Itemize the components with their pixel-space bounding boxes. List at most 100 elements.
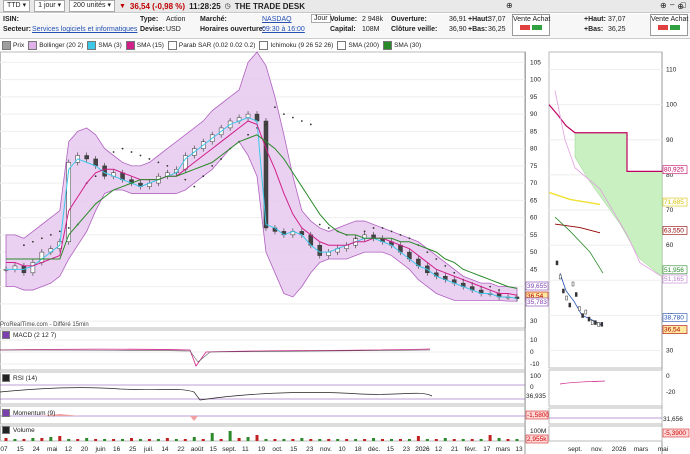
- volume-bar: [389, 439, 393, 441]
- ichimoku-cloud: [574, 132, 663, 278]
- price-chart[interactable]: 105100959085807570656055504540353039,655…: [0, 0, 690, 454]
- volume-bar: [4, 438, 8, 441]
- sar-dot: [130, 151, 133, 153]
- weekly-rsi-axis-label: 0: [666, 373, 670, 380]
- weekly-candle: [571, 281, 575, 287]
- date-axis-label: 21: [451, 446, 459, 453]
- volume-bar: [76, 439, 80, 441]
- volume-bar: [372, 438, 376, 441]
- volume-bar: [363, 439, 367, 441]
- volume-bar: [210, 433, 214, 441]
- volume-bar: [416, 436, 420, 441]
- price-axis-label: 85: [530, 128, 538, 135]
- volume-bar: [273, 439, 277, 441]
- sar-dot: [283, 113, 285, 115]
- weekly-date-label: mai: [658, 446, 668, 453]
- weekly-price-tag-label: 38,780: [664, 315, 684, 322]
- sar-dot: [408, 237, 411, 240]
- volume-swatch: [2, 426, 10, 434]
- momentum-histogram: [40, 414, 198, 421]
- date-axis-label: déc.: [368, 446, 380, 453]
- date-axis-label: 10: [338, 446, 346, 453]
- date-axis-label: 23: [403, 446, 411, 453]
- sar-dot: [58, 230, 61, 233]
- sar-dot: [139, 154, 142, 157]
- volume-value-tag: 2,955k: [527, 436, 547, 443]
- sar-dot: [453, 271, 456, 274]
- date-axis-label: 2026: [415, 446, 430, 453]
- rsi-line: [0, 387, 433, 401]
- volume-bar: [103, 439, 107, 441]
- price-axis-label: 90: [530, 111, 538, 118]
- volume-label: Volume: [13, 426, 35, 434]
- sar-dot: [112, 151, 115, 153]
- volume-bar: [443, 438, 447, 441]
- volume-bar: [345, 439, 349, 441]
- date-axis-label: août: [191, 446, 204, 453]
- volume-axis-label: 100M: [530, 428, 546, 435]
- sar-dot: [31, 240, 34, 243]
- price-axis-label: 80: [530, 146, 538, 153]
- volume-bar: [237, 438, 241, 441]
- weekly-candle: [600, 322, 604, 327]
- date-axis-label: 18: [354, 446, 362, 453]
- price-axis-label: 65: [530, 197, 538, 204]
- macd-axis-label: 0: [530, 349, 534, 356]
- price-axis-label: 60: [530, 215, 538, 222]
- sar-dot: [121, 147, 124, 150]
- volume-bar: [49, 437, 53, 441]
- price-axis-label: 75: [530, 163, 538, 170]
- date-axis-label: sept.: [222, 446, 236, 453]
- weekly-candle: [558, 274, 562, 280]
- sar-dot: [148, 158, 151, 160]
- price-tag-label: 35,783: [527, 299, 547, 306]
- rsi-panel-head: RSI (14): [2, 374, 37, 382]
- rsi-axis-label: 100: [530, 373, 541, 380]
- volume-bar: [336, 439, 340, 441]
- volume-bar: [434, 439, 438, 441]
- rsi-label: RSI (14): [13, 374, 38, 382]
- date-axis-label: mars: [496, 446, 511, 453]
- sar-dot: [300, 120, 303, 122]
- price-axis-label: 55: [530, 232, 538, 239]
- weekly-momentum-frame: [548, 407, 663, 425]
- volume-bar: [479, 439, 483, 441]
- date-axis-label: 11: [242, 446, 249, 453]
- date-axis-label: 15: [210, 446, 218, 453]
- candle: [30, 262, 36, 274]
- weekly-date-label: nov.: [591, 446, 603, 453]
- sar-dot: [390, 230, 393, 233]
- date-axis-label: 24: [33, 446, 41, 453]
- weekly-candle: [581, 313, 584, 318]
- sar-dot: [435, 258, 438, 260]
- sar-dot: [157, 161, 160, 164]
- macd-axis-label: 10: [530, 337, 538, 344]
- sar-dot: [372, 227, 375, 229]
- weekly-rsi-frame: [548, 369, 663, 407]
- weekly-candle: [578, 306, 581, 311]
- price-axis-label: 50: [530, 249, 538, 256]
- date-axis-label: juin: [95, 446, 107, 453]
- volume-bar: [282, 439, 286, 441]
- volume-bar: [165, 438, 169, 441]
- volume-bar: [381, 439, 385, 441]
- volume-bar: [183, 439, 187, 441]
- momentum-panel-frame: [0, 405, 526, 425]
- candle: [12, 265, 18, 270]
- weekly-candle: [574, 292, 578, 297]
- weekly-price-axis-label: 70: [666, 207, 674, 214]
- candle: [317, 244, 323, 256]
- volume-bar: [94, 439, 98, 441]
- weekly-candle: [565, 295, 568, 301]
- date-axis-label: 19: [258, 446, 266, 453]
- weekly-volume-tag: -5,3900: [664, 430, 686, 437]
- candle: [39, 251, 45, 263]
- sar-dot: [23, 244, 25, 247]
- sar-dot: [265, 123, 267, 126]
- sar-dot: [274, 106, 276, 109]
- macd-swatch: [2, 331, 10, 339]
- date-axis-label: 23: [306, 446, 314, 453]
- weekly-price-tag-label: 80,925: [664, 167, 684, 174]
- weekly-price-axis-label: 60: [666, 242, 674, 249]
- weekly-rsi-line: [559, 380, 606, 385]
